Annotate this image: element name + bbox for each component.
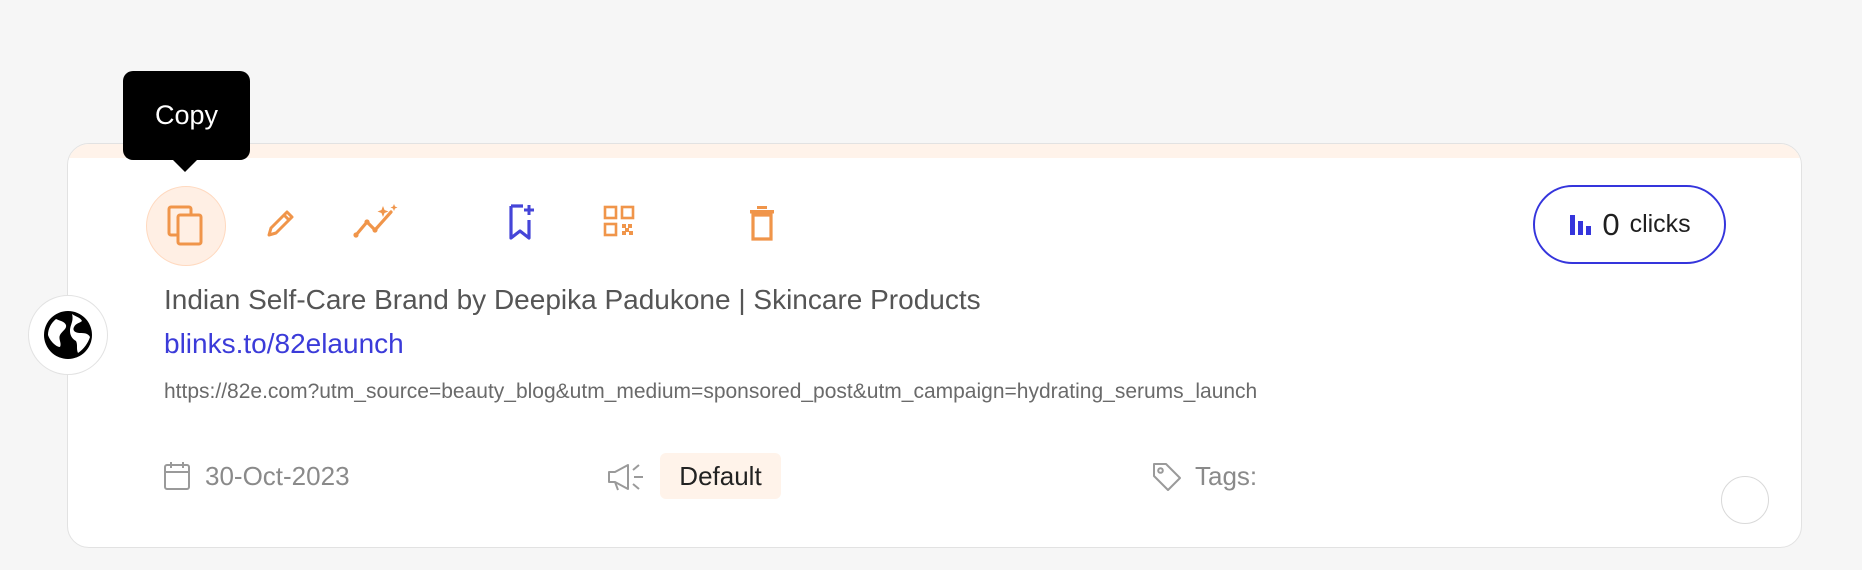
sparkle-trend-icon	[353, 204, 398, 238]
card-accent-bar	[68, 144, 1801, 158]
qr-code-button[interactable]	[602, 203, 636, 239]
clicks-label: clicks	[1629, 210, 1691, 238]
copy-button[interactable]	[146, 186, 226, 266]
tag-icon	[1151, 461, 1183, 493]
clicks-count: 0	[1602, 206, 1620, 242]
delete-button[interactable]	[746, 202, 778, 244]
trash-icon	[750, 206, 774, 241]
destination-url: https://82e.com?utm_source=beauty_blog&u…	[164, 380, 1258, 403]
campaign-badge[interactable]: Default	[660, 453, 781, 499]
clicks-counter-button[interactable]: 0 clicks	[1533, 185, 1726, 264]
created-date: 30-Oct-2023	[205, 461, 350, 491]
bookmark-add-icon	[509, 204, 534, 240]
bar-chart-icon	[1570, 214, 1592, 235]
tags-label: Tags:	[1195, 461, 1258, 491]
analytics-button[interactable]	[352, 200, 400, 244]
short-link[interactable]: blinks.to/82elaunch	[164, 328, 404, 360]
copy-icon	[167, 205, 203, 246]
link-title: Indian Self-Care Brand by Deepika Paduko…	[164, 284, 981, 315]
link-favicon	[28, 295, 108, 375]
pencil-icon	[267, 210, 294, 237]
calendar-icon	[163, 461, 191, 491]
campaign-label: Default	[679, 460, 762, 491]
bookmark-button[interactable]	[504, 200, 538, 244]
select-checkbox[interactable]	[1721, 476, 1769, 524]
qr-code-icon	[603, 205, 635, 237]
megaphone-icon	[606, 461, 646, 493]
tooltip-text: Copy	[154, 100, 219, 130]
copy-tooltip: Copy	[123, 71, 250, 160]
tooltip-arrow	[172, 159, 198, 172]
edit-button[interactable]	[261, 203, 301, 243]
globe-icon	[44, 311, 92, 359]
